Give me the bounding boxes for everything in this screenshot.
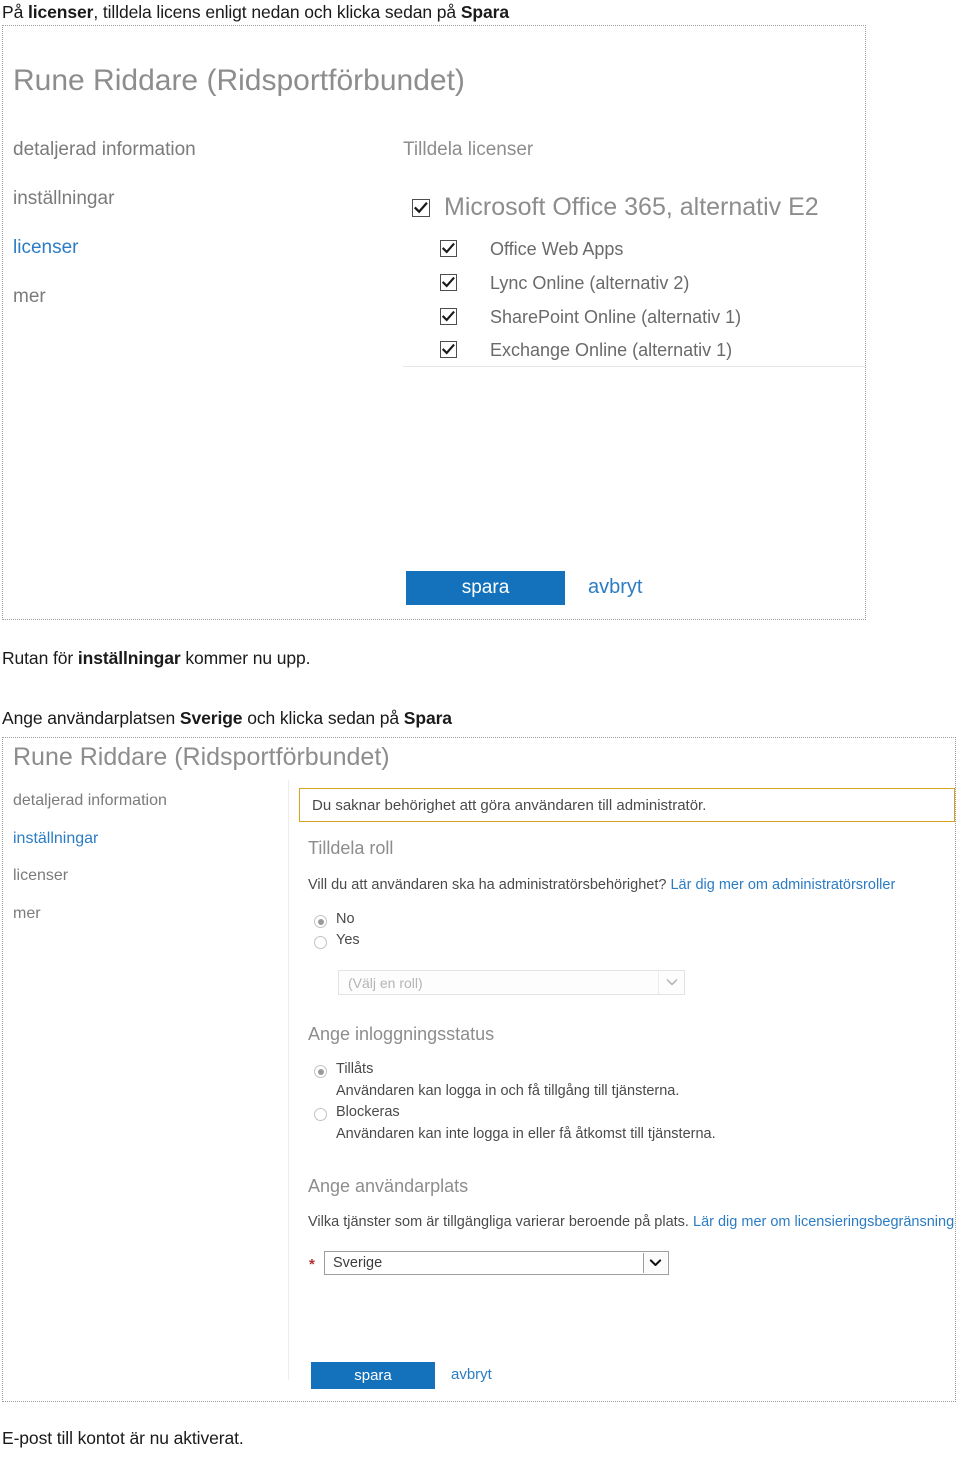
checkbox-service-lync-online[interactable] <box>440 274 457 291</box>
required-asterisk: * <box>309 1256 315 1273</box>
link-licensing-restrictions[interactable]: Lär dig mer om licensieringsbegränsninga… <box>693 1214 955 1230</box>
checkbox-service-sharepoint-online[interactable] <box>440 308 457 325</box>
section-heading-tilldela-roll: Tilldela roll <box>308 838 394 858</box>
user-title-settings: Rune Riddare (Ridsportförbundet) <box>13 743 390 771</box>
sidebar-item-mer[interactable]: mer <box>13 286 46 308</box>
save-button-settings[interactable]: spara <box>311 1362 435 1389</box>
between-caption: Rutan för inställningar kommer nu upp. <box>2 648 311 669</box>
radio-signin-blockeras[interactable] <box>314 1108 327 1121</box>
sidebar-item-licenser[interactable]: licenser <box>13 237 78 259</box>
second-intro-prefix: Ange användarplatsen <box>2 708 180 728</box>
sidebar-item-mer-2[interactable]: mer <box>13 905 41 923</box>
content-divider <box>288 780 289 1380</box>
role-question-text: Vill du att användaren ska ha administra… <box>308 877 671 893</box>
second-intro-caption: Ange användarplatsen Sverige och klicka … <box>2 708 452 729</box>
intro-bold-spara: Spara <box>460 2 509 22</box>
section-heading-anvandarplats: Ange användarplats <box>308 1176 469 1196</box>
checkbox-service-office-web-apps[interactable] <box>440 240 457 257</box>
intro-caption: På licenser, tilldela licens enligt neda… <box>2 2 509 23</box>
service-label-sharepoint-online: SharePoint Online (alternativ 1) <box>490 307 742 327</box>
service-label-lync-online: Lync Online (alternativ 2) <box>490 273 690 293</box>
service-label-exchange-online: Exchange Online (alternativ 1) <box>490 340 733 360</box>
radio-label-signin-tillats: Tillåts <box>336 1061 374 1077</box>
screenshot-settings: Rune Riddare (Ridsportförbundet) detalje… <box>2 737 956 1402</box>
location-description-row: Vilka tjänster som är tillgängliga varie… <box>308 1214 955 1230</box>
cancel-button-settings[interactable]: avbryt <box>451 1366 492 1383</box>
role-select-placeholder: (Välj en roll) <box>348 974 423 991</box>
role-select[interactable]: (Välj en roll) <box>338 970 685 995</box>
between-suffix: kommer nu upp. <box>180 648 311 668</box>
sidebar-item-installningar-2[interactable]: inställningar <box>13 830 98 848</box>
checkbox-service-exchange-online[interactable] <box>440 341 457 358</box>
between-prefix: Rutan för <box>2 648 78 668</box>
location-select-value: Sverige <box>333 1255 383 1271</box>
user-title-licenses: Rune Riddare (Ridsportförbundet) <box>13 64 465 97</box>
save-button-licenses[interactable]: spara <box>406 571 565 605</box>
radio-role-yes[interactable] <box>314 936 327 949</box>
second-intro-bold-spara: Spara <box>403 708 452 728</box>
screenshot-licenses: Rune Riddare (Ridsportförbundet) detalje… <box>2 25 866 620</box>
permission-notice: Du saknar behörighet att göra användaren… <box>299 788 955 822</box>
radio-description-signin-tillats: Användaren kan logga in och få tillgång … <box>336 1083 680 1099</box>
radio-label-role-yes: Yes <box>336 932 360 948</box>
sidebar-item-licenser-2[interactable]: licenser <box>13 867 68 885</box>
chevron-down-icon-location <box>643 1253 667 1273</box>
radio-description-signin-blockeras: Användaren kan inte logga in eller få åt… <box>336 1126 716 1142</box>
permission-notice-text: Du saknar behörighet att göra användaren… <box>312 796 707 814</box>
checkbox-plan-office365-e2[interactable] <box>412 199 430 217</box>
chevron-down-icon-role <box>658 971 684 994</box>
location-select[interactable]: Sverige <box>324 1251 669 1275</box>
radio-role-no[interactable] <box>314 915 327 928</box>
radio-label-role-no: No <box>336 911 355 927</box>
service-label-office-web-apps: Office Web Apps <box>490 239 624 259</box>
intro-mid: , tilldela licens enligt nedan och klick… <box>93 2 461 22</box>
plan-label-office365-e2: Microsoft Office 365, alternativ E2 <box>444 193 819 221</box>
role-question-row: Vill du att användaren ska ha administra… <box>308 877 895 893</box>
closing-caption: E-post till kontot är nu aktiverat. <box>2 1428 244 1448</box>
document-page: På licenser, tilldela licens enligt neda… <box>0 0 960 1457</box>
intro-prefix: På <box>2 2 28 22</box>
link-admin-roles[interactable]: Lär dig mer om administratörsroller <box>670 877 895 893</box>
sidebar-item-detaljerad-information-2[interactable]: detaljerad information <box>13 792 167 810</box>
intro-bold-licenser: licenser <box>27 2 94 22</box>
radio-signin-tillats-dot <box>317 1068 324 1075</box>
radio-signin-tillats[interactable] <box>314 1065 327 1078</box>
location-description-text: Vilka tjänster som är tillgängliga varie… <box>308 1214 693 1230</box>
second-intro-mid: och klicka sedan på <box>242 708 404 728</box>
second-intro-bold-sverige: Sverige <box>179 708 243 728</box>
between-bold-installningar: inställningar <box>77 648 181 668</box>
radio-label-signin-blockeras: Blockeras <box>336 1104 400 1120</box>
section-heading-inloggningsstatus: Ange inloggningsstatus <box>308 1024 495 1044</box>
panel-heading-tilldela-licenser: Tilldela licenser <box>403 139 534 160</box>
sidebar-item-detaljerad-information[interactable]: detaljerad information <box>13 139 196 161</box>
licenses-separator <box>403 366 865 367</box>
cancel-button-licenses[interactable]: avbryt <box>588 576 642 599</box>
radio-role-no-dot <box>317 918 324 925</box>
sidebar-item-installningar[interactable]: inställningar <box>13 188 114 210</box>
